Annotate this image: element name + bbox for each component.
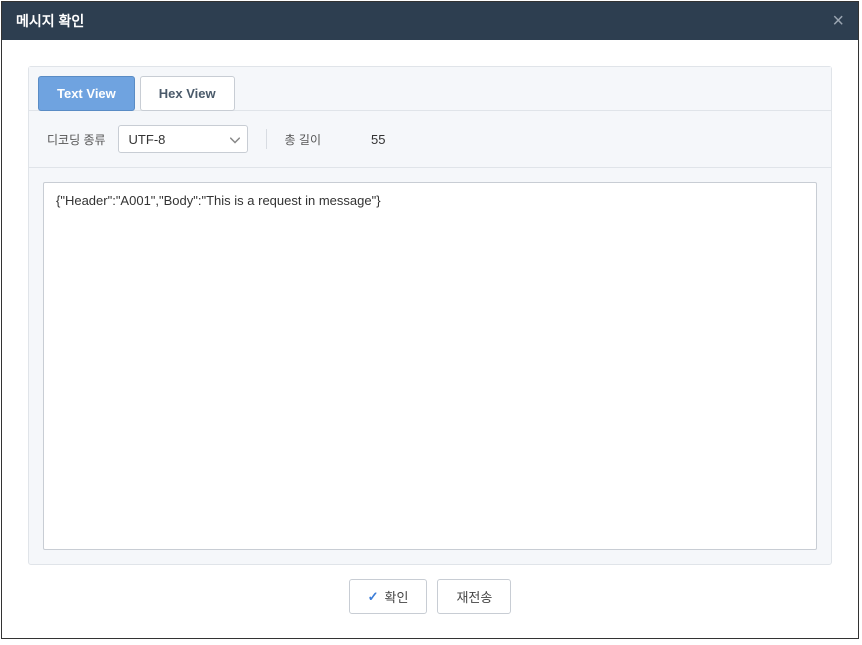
divider <box>266 129 267 149</box>
confirm-button[interactable]: ✓ 확인 <box>349 579 428 614</box>
tab-hex-view[interactable]: Hex View <box>140 76 235 111</box>
total-length-label: 총 길이 <box>285 131 321 148</box>
content-panel: Text View Hex View 디코딩 종류 UTF-8 총 길이 55 … <box>28 66 832 565</box>
message-dialog: 메시지 확인 × Text View Hex View 디코딩 종류 UTF-8 <box>1 1 859 639</box>
dialog-body: Text View Hex View 디코딩 종류 UTF-8 총 길이 55 … <box>2 40 858 638</box>
decode-type-value: UTF-8 <box>129 132 166 147</box>
decode-type-label: 디코딩 종류 <box>47 131 106 148</box>
resend-label: 재전송 <box>456 587 492 606</box>
confirm-label: 확인 <box>385 587 409 606</box>
dialog-footer: ✓ 확인 재전송 <box>28 565 832 620</box>
check-icon: ✓ <box>368 589 379 605</box>
resend-button[interactable]: 재전송 <box>437 579 511 614</box>
close-icon[interactable]: × <box>832 11 844 31</box>
tabs-row: Text View Hex View <box>29 67 831 111</box>
controls-row: 디코딩 종류 UTF-8 총 길이 55 <box>29 111 831 168</box>
tab-text-view[interactable]: Text View <box>38 76 135 111</box>
dialog-header: 메시지 확인 × <box>2 2 858 40</box>
decode-select-wrap: UTF-8 <box>118 125 248 153</box>
message-content[interactable]: {"Header":"A001","Body":"This is a reque… <box>43 182 817 550</box>
dialog-title: 메시지 확인 <box>16 11 84 31</box>
total-length-value: 55 <box>333 132 385 147</box>
decode-type-select[interactable]: UTF-8 <box>118 125 248 153</box>
